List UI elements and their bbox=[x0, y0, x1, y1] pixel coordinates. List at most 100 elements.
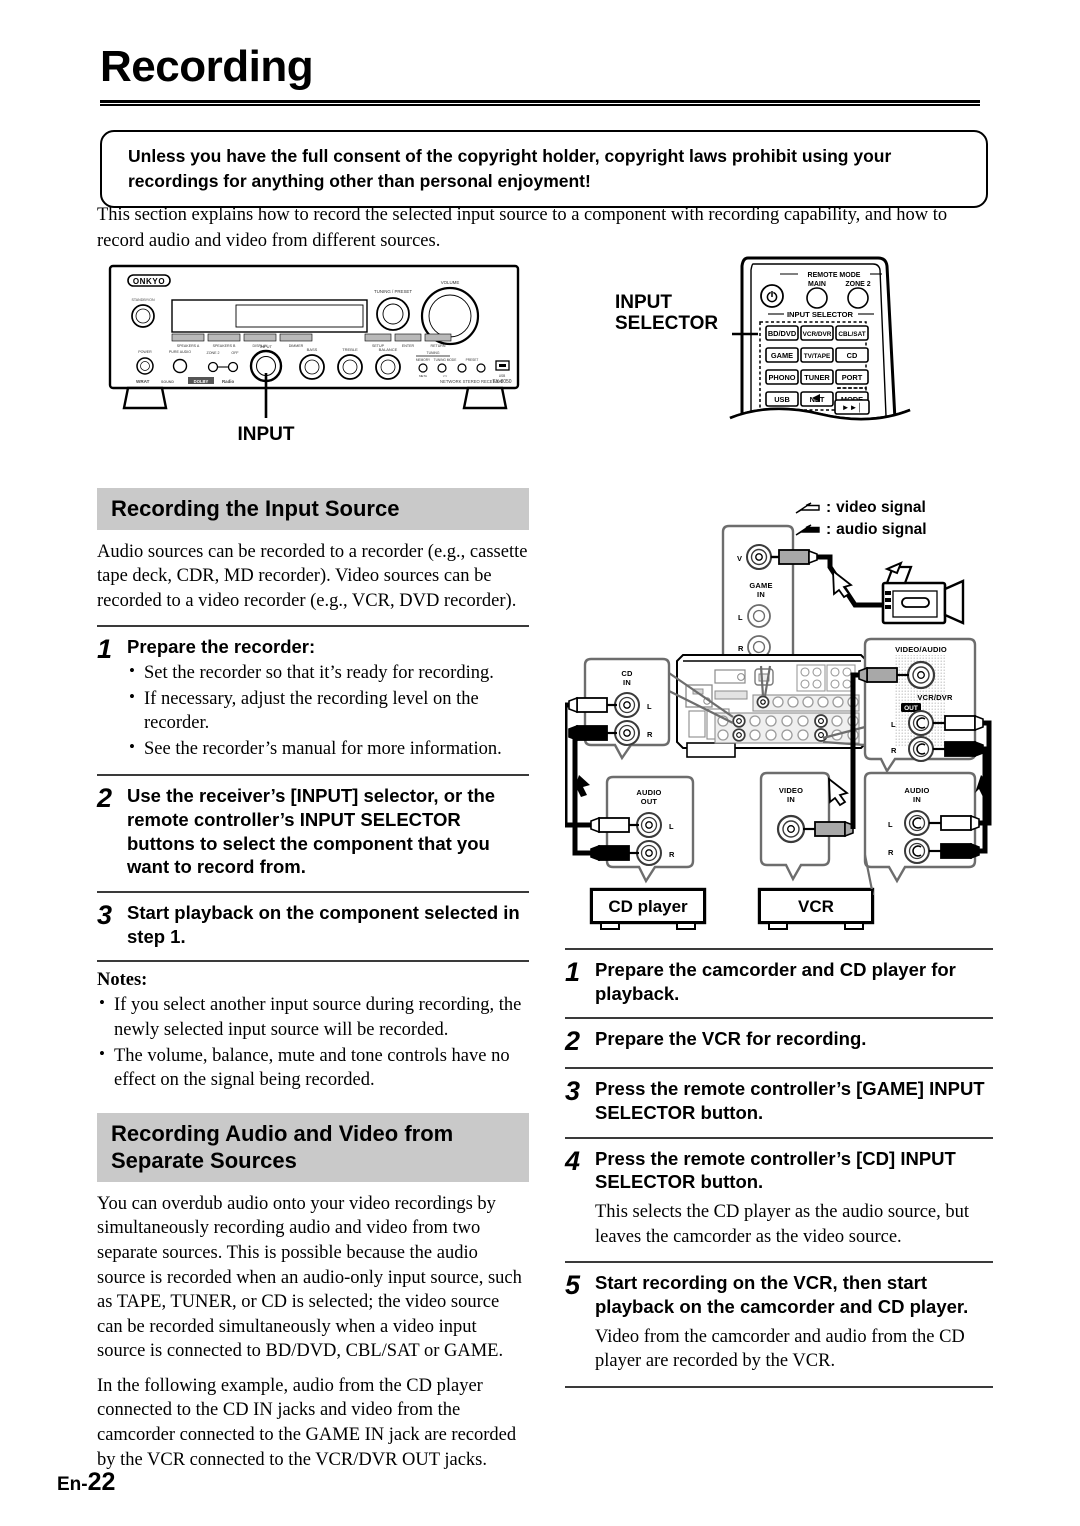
svg-text:OFF: OFF bbox=[231, 351, 239, 355]
svg-text:\/ \/: \/ \/ bbox=[443, 374, 447, 378]
title-divider bbox=[100, 100, 980, 107]
svg-text:MEMORY: MEMORY bbox=[416, 358, 431, 362]
signal-legend: : video signal : audio signal bbox=[795, 497, 927, 541]
video-signal-arrow-icon bbox=[795, 502, 820, 514]
step-title: Prepare the camcorder and CD player for … bbox=[595, 959, 956, 1004]
section-heading-recording-input-source: Recording the Input Source bbox=[97, 488, 529, 530]
svg-text:L: L bbox=[647, 702, 652, 711]
legend-row-audio: : audio signal bbox=[795, 519, 927, 541]
step-title: Prepare the recorder: bbox=[127, 636, 316, 658]
svg-text:R: R bbox=[669, 850, 675, 859]
left-column: Recording the Input Source Audio sources… bbox=[97, 488, 529, 1482]
svg-text:►►│: ►►│ bbox=[842, 402, 863, 413]
remote-controller-illustration: REMOTE MODE MAIN ZONE 2 INPUT SELECTOR B… bbox=[615, 252, 990, 457]
svg-text:RETURN: RETURN bbox=[431, 344, 446, 348]
step-item: 4 Press the remote controller’s [CD] INP… bbox=[565, 1147, 993, 1250]
svg-text:L: L bbox=[738, 613, 743, 622]
remote-button-label: PHONO bbox=[768, 373, 795, 382]
svg-text:DIMMER: DIMMER bbox=[289, 344, 304, 348]
remote-button-label: TV/TAPE bbox=[804, 353, 831, 360]
camcorder-icon bbox=[771, 549, 965, 625]
list-item: If necessary, adjust the recording level… bbox=[127, 686, 529, 736]
step-number: 3 bbox=[565, 1076, 581, 1107]
svg-text:IN: IN bbox=[623, 678, 631, 687]
svg-text:VOLUME: VOLUME bbox=[441, 280, 460, 285]
notes-label: Notes: bbox=[97, 970, 148, 991]
step-item: 1 Prepare the camcorder and CD player fo… bbox=[565, 958, 993, 1005]
cd-in-jack-panel: CD IN L R bbox=[568, 657, 671, 761]
svg-text:MAIN: MAIN bbox=[808, 281, 826, 288]
divider bbox=[97, 891, 529, 894]
list-item: Set the recorder so that it’s ready for … bbox=[127, 660, 529, 686]
divider bbox=[97, 774, 529, 777]
svg-text:BALANCE: BALANCE bbox=[379, 347, 398, 352]
remote-button-label: GAME bbox=[771, 351, 793, 360]
remote-button-label: PORT bbox=[842, 373, 863, 382]
onkyo-logo: ONKYO bbox=[127, 274, 171, 287]
list-item: See the recorder’s manual for more infor… bbox=[127, 736, 529, 762]
svg-text:REMOTE MODE: REMOTE MODE bbox=[808, 272, 861, 279]
connection-diagram: V GAME IN L R CD IN L R AUDIO OUT L R VI… bbox=[559, 495, 993, 935]
heading-line-1: Recording Audio and Video from bbox=[111, 1120, 454, 1146]
svg-text:R: R bbox=[888, 848, 894, 857]
receiver-input-callout-label: INPUT bbox=[238, 424, 295, 445]
svg-text:GAME: GAME bbox=[749, 581, 772, 590]
step-number: 3 bbox=[97, 900, 113, 931]
svg-text:SPEAKERS A: SPEAKERS A bbox=[177, 344, 200, 348]
svg-text:PURE AUDIO: PURE AUDIO bbox=[169, 350, 191, 354]
intro-paragraph: This section explains how to record the … bbox=[97, 205, 948, 251]
svg-text:INPUT SELECTOR: INPUT SELECTOR bbox=[787, 310, 854, 319]
step-item: 3 Start playback on the component select… bbox=[97, 901, 529, 948]
svg-text:TUNING MODE: TUNING MODE bbox=[434, 358, 457, 362]
notes-list: If you select another input source durin… bbox=[97, 992, 529, 1092]
step-note: Video from the camcorder and audio from … bbox=[595, 1326, 965, 1372]
svg-text:CD: CD bbox=[621, 669, 633, 678]
svg-text:IN: IN bbox=[787, 795, 795, 804]
step-item: 5 Start recording on the VCR, then start… bbox=[565, 1271, 993, 1374]
right-column-steps: 1 Prepare the camcorder and CD player fo… bbox=[565, 948, 993, 1396]
svg-text:Radio: Radio bbox=[222, 379, 235, 384]
divider bbox=[565, 1136, 993, 1139]
svg-text:R: R bbox=[891, 746, 897, 755]
divider bbox=[565, 1017, 993, 1020]
callout-line-2: SELECTOR bbox=[615, 313, 719, 335]
svg-text:PRESET: PRESET bbox=[466, 358, 479, 362]
step-item: 3 Press the remote controller’s [GAME] I… bbox=[565, 1077, 993, 1124]
svg-text:META: META bbox=[419, 374, 427, 378]
svg-text:WRAT: WRAT bbox=[136, 379, 150, 384]
svg-text:DOLBY: DOLBY bbox=[194, 379, 209, 384]
section2-paragraph: In the following example, audio from the… bbox=[97, 1375, 517, 1470]
svg-text:OUT: OUT bbox=[641, 797, 658, 806]
svg-text:SPEAKERS B: SPEAKERS B bbox=[213, 344, 236, 348]
svg-text:ZONE 2: ZONE 2 bbox=[845, 281, 870, 288]
step-number: 2 bbox=[97, 783, 113, 814]
device-label-vcr: VCR bbox=[759, 889, 873, 923]
audio-signal-arrow-icon bbox=[795, 524, 820, 536]
svg-text:AUDIO: AUDIO bbox=[636, 788, 661, 797]
legend-label-video: video signal bbox=[836, 499, 926, 516]
remote-button-label: TUNER bbox=[804, 373, 830, 382]
svg-text:TUNING / PRESET: TUNING / PRESET bbox=[374, 289, 412, 294]
step-number: 1 bbox=[565, 957, 581, 987]
legend-row-video: : video signal bbox=[795, 497, 927, 519]
svg-text:ZONE 2: ZONE 2 bbox=[207, 351, 220, 355]
step-title: Start playback on the component selected… bbox=[127, 902, 520, 947]
step-number: 2 bbox=[565, 1026, 581, 1057]
divider bbox=[97, 960, 529, 963]
vcr-audio-in-panel: AUDIO IN L R bbox=[863, 771, 980, 884]
receiver-front-illustration: ONKYO STANDBY/ON TUNING / PRESET VOLUME bbox=[100, 258, 530, 448]
svg-text:ENTER: ENTER bbox=[402, 344, 415, 348]
svg-text:BASS: BASS bbox=[307, 347, 318, 352]
device-label-cd-player: CD player bbox=[591, 889, 705, 923]
svg-text:VIDEO: VIDEO bbox=[779, 786, 803, 795]
step-title: Start recording on the VCR, then start p… bbox=[595, 1272, 969, 1317]
remote-button-label: BD/DVD bbox=[768, 329, 797, 338]
svg-text:VIDEO/AUDIO: VIDEO/AUDIO bbox=[895, 645, 947, 654]
divider bbox=[565, 1067, 993, 1070]
svg-text:VCR/DVR: VCR/DVR bbox=[917, 693, 953, 702]
step-note: This selects the CD player as the audio … bbox=[595, 1202, 970, 1247]
callout-line-1: INPUT bbox=[615, 292, 672, 313]
remote-button-label: VCR/DVR bbox=[803, 331, 832, 338]
svg-text:SOUND: SOUND bbox=[161, 380, 174, 384]
step-title: Press the remote controller’s [GAME] INP… bbox=[595, 1078, 985, 1124]
